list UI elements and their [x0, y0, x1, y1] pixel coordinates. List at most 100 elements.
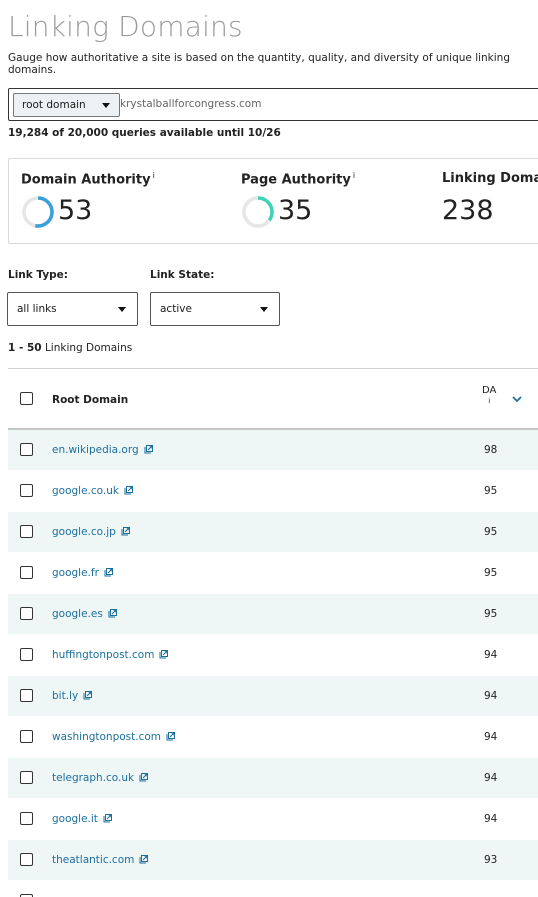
- chevron-down-icon[interactable]: [512, 395, 522, 403]
- info-icon[interactable]: i: [353, 171, 355, 180]
- authority-ring-icon: [242, 196, 274, 228]
- metric-domain-authority: Domain Authority i 53: [21, 171, 155, 228]
- external-link-icon: [121, 527, 130, 536]
- domain-link[interactable]: bit.ly: [52, 690, 93, 702]
- domain-text: en.wikipedia.org: [52, 444, 139, 456]
- table-body: en.wikipedia.org 98 google.co.uk 95 google.c…: [8, 430, 538, 881]
- result-range-span: 1 - 50: [8, 342, 42, 354]
- table-row: bit.ly 94: [8, 676, 538, 717]
- column-da[interactable]: DA i: [482, 386, 496, 406]
- link-type-label: Link Type:: [8, 269, 69, 281]
- domain-authority-value: 94: [484, 690, 498, 702]
- column-da-label: DA: [482, 385, 497, 396]
- row-checkbox[interactable]: [20, 566, 33, 579]
- table-row: [8, 881, 538, 897]
- metric-value: 238: [442, 195, 494, 226]
- row-checkbox[interactable]: [20, 443, 33, 456]
- domain-text: theatlantic.com: [52, 854, 135, 866]
- table-row: google.co.uk 95: [8, 471, 538, 512]
- domain-link[interactable]: en.wikipedia.org: [52, 444, 153, 456]
- metric-value: 35: [278, 195, 313, 226]
- search-bar: root domain krystalballforcongress.com: [8, 88, 538, 121]
- domain-text: google.es: [52, 608, 103, 620]
- metric-value: 53: [58, 195, 93, 226]
- row-checkbox[interactable]: [20, 689, 33, 702]
- external-link-icon: [108, 609, 117, 618]
- link-state-dropdown[interactable]: active: [150, 292, 280, 326]
- table-row: google.fr 95: [8, 553, 538, 594]
- domain-text: bit.ly: [52, 690, 79, 702]
- domain-authority-value: 94: [484, 813, 498, 825]
- domain-link[interactable]: google.co.jp: [52, 526, 130, 538]
- select-all-checkbox[interactable]: [20, 392, 33, 405]
- external-link-icon: [103, 814, 112, 823]
- domain-link[interactable]: google.it: [52, 813, 112, 825]
- authority-ring-icon: [22, 196, 54, 228]
- domain-authority-value: 95: [484, 608, 498, 620]
- table-row: google.co.jp 95: [8, 512, 538, 553]
- domain-text: telegraph.co.uk: [52, 772, 135, 784]
- domain-authority-value: 95: [484, 485, 498, 497]
- metric-label: Page Authority: [241, 172, 351, 188]
- row-checkbox[interactable]: [20, 812, 33, 825]
- result-range-label: Linking Domains: [44, 342, 133, 354]
- table-row: theatlantic.com 93: [8, 840, 538, 881]
- domain-authority-value: 94: [484, 649, 498, 661]
- external-link-icon: [159, 650, 169, 659]
- metric-label: Linking Domains: [442, 171, 538, 186]
- row-checkbox[interactable]: [20, 853, 33, 866]
- domain-link[interactable]: google.fr: [52, 567, 113, 579]
- row-checkbox[interactable]: [20, 525, 33, 538]
- table-header: Root Domain DA i: [8, 368, 538, 430]
- caret-down-icon: [102, 103, 110, 108]
- metric-label: Domain Authority: [21, 172, 151, 188]
- scope-dropdown-label: root domain: [22, 99, 86, 111]
- page-title: Linking Domains: [8, 10, 243, 43]
- domain-link[interactable]: theatlantic.com: [52, 854, 149, 866]
- row-checkbox[interactable]: [20, 648, 33, 661]
- table-row: telegraph.co.uk 94: [8, 758, 538, 799]
- domain-link[interactable]: google.es: [52, 608, 117, 620]
- row-checkbox[interactable]: [20, 730, 33, 743]
- domain-link[interactable]: telegraph.co.uk: [52, 772, 149, 784]
- search-input[interactable]: krystalballforcongress.com: [120, 98, 261, 110]
- domain-authority-value: 95: [484, 526, 498, 538]
- query-quota: 19,284 of 20,000 queries available until…: [8, 127, 281, 139]
- row-checkbox[interactable]: [20, 484, 33, 497]
- caret-down-icon: [118, 307, 126, 312]
- table-row: en.wikipedia.org 98: [8, 430, 538, 471]
- caret-down-icon: [260, 307, 268, 312]
- external-link-icon: [124, 486, 133, 495]
- domain-authority-value: 94: [484, 731, 498, 743]
- external-link-icon: [139, 773, 149, 782]
- link-state-value: active: [160, 303, 192, 315]
- row-checkbox[interactable]: [20, 771, 33, 784]
- link-type-value: all links: [17, 303, 57, 315]
- column-root-domain[interactable]: Root Domain: [52, 394, 128, 406]
- row-checkbox[interactable]: [20, 607, 33, 620]
- link-type-dropdown[interactable]: all links: [7, 292, 138, 326]
- external-link-icon: [83, 691, 93, 700]
- domain-link[interactable]: washingtonpost.com: [52, 731, 176, 743]
- domain-authority-value: 93: [484, 854, 498, 866]
- domain-text: google.co.uk: [52, 485, 119, 497]
- domain-authority-value: 98: [484, 444, 498, 456]
- domain-text: washingtonpost.com: [52, 731, 162, 743]
- table-row: google.es 95: [8, 594, 538, 635]
- page-subtitle: Gauge how authoritative a site is based …: [8, 52, 511, 76]
- domain-link[interactable]: huffingtonpost.com: [52, 649, 169, 661]
- scope-dropdown[interactable]: root domain: [13, 93, 120, 117]
- domain-text: huffingtonpost.com: [52, 649, 155, 661]
- external-link-icon: [139, 855, 149, 864]
- table-row: huffingtonpost.com 94: [8, 635, 538, 676]
- link-state-label: Link State:: [150, 269, 215, 281]
- table-row: washingtonpost.com 94: [8, 717, 538, 758]
- info-icon[interactable]: i: [153, 171, 155, 180]
- metric-page-authority: Page Authority i 35: [241, 171, 355, 228]
- result-range: 1 - 50 Linking Domains: [8, 342, 132, 354]
- external-link-icon: [144, 445, 153, 454]
- domain-text: google.fr: [52, 567, 99, 579]
- domain-link[interactable]: google.co.uk: [52, 485, 133, 497]
- linking-domains-table: Root Domain DA i en.wikipedia.org 98 googl…: [8, 368, 538, 897]
- domain-authority-value: 94: [484, 772, 498, 784]
